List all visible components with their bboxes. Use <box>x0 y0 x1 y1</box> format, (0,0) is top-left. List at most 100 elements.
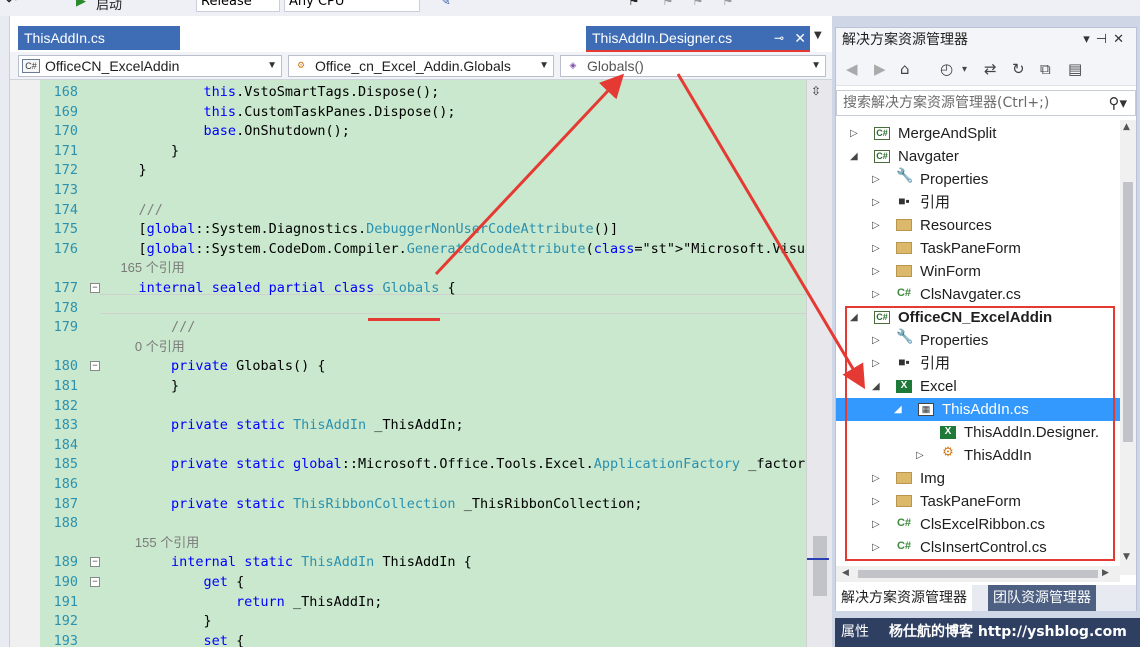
scroll-thumb[interactable] <box>1123 182 1133 442</box>
code-line[interactable]: 174 /// <box>10 200 806 220</box>
code-line[interactable]: 184 <box>10 435 806 455</box>
code-line[interactable]: 181 } <box>10 376 806 396</box>
expand-icon[interactable]: ▷ <box>872 214 880 237</box>
scroll-thumb[interactable] <box>858 570 1098 578</box>
line-number: 177 <box>53 280 78 296</box>
code-line[interactable]: 165 个引用 <box>10 258 806 278</box>
back-icon[interactable]: ◀ <box>846 60 858 78</box>
code-line[interactable]: 175 [global::System.Diagnostics.Debugger… <box>10 219 806 239</box>
code-line[interactable]: 169 this.CustomTaskPanes.Dispose(); <box>10 102 806 122</box>
tree-item[interactable]: ▷ C# ClsNavgater.cs <box>836 283 1120 306</box>
code-line[interactable]: 0 个引用 <box>10 337 806 357</box>
properties-tab[interactable]: 属性 <box>841 618 869 647</box>
bookmark-icon[interactable]: ⚑ <box>628 0 640 9</box>
tree-item[interactable]: ▷ ■▪ 引用 <box>836 191 1120 214</box>
collapse-icon[interactable]: − <box>90 283 100 293</box>
expand-icon[interactable]: ▷ <box>872 237 880 260</box>
scroll-right-icon[interactable]: ▶ <box>1102 568 1109 578</box>
code-line[interactable]: 183 private static ThisAddIn _ThisAddIn; <box>10 415 806 435</box>
code-line[interactable]: 186 <box>10 474 806 494</box>
bookmark-next-icon[interactable]: ⚑ <box>692 0 704 9</box>
chevron-down-icon[interactable]: ▼ <box>814 30 822 41</box>
find-icon[interactable]: ✎ <box>440 0 451 9</box>
project-select[interactable]: C# OfficeCN_ExcelAddin ▼ <box>18 55 282 77</box>
code-line[interactable]: 192 } <box>10 611 806 631</box>
code-line[interactable]: 155 个引用 <box>10 533 806 553</box>
reference-count-lens[interactable]: 155 个引用 <box>106 533 199 553</box>
back-icon[interactable]: ↶ <box>6 0 17 9</box>
show-all-files-icon[interactable]: ▤ <box>1068 60 1082 78</box>
code-line[interactable]: 173 <box>10 180 806 200</box>
panel-controls[interactable]: ▾⊣✕ <box>1083 28 1130 52</box>
tab-team-explorer[interactable]: 团队资源管理器 <box>988 585 1096 611</box>
chevron-down-icon[interactable]: ▾ <box>962 64 967 75</box>
code-line[interactable]: 176 [global::System.CodeDom.Compiler.Gen… <box>10 239 806 259</box>
tree-item[interactable]: ◢ C# Navgater <box>836 145 1120 168</box>
reference-count-lens[interactable]: 165 个引用 <box>106 258 184 278</box>
scroll-left-icon[interactable]: ◀ <box>842 568 849 578</box>
collapse-icon[interactable]: ◢ <box>850 145 858 168</box>
code-line[interactable]: 191 return _ThisAddIn; <box>10 592 806 612</box>
code-line[interactable]: 187 private static ThisRibbonCollection … <box>10 494 806 514</box>
folder-icon <box>896 242 912 254</box>
platform-select[interactable]: Any CPU <box>284 0 420 12</box>
type-select[interactable]: ⚙ Office_cn_Excel_Addin.Globals ▼ <box>288 55 554 77</box>
scroll-up-icon[interactable]: ▲ <box>1123 122 1130 132</box>
tree-vertical-scrollbar[interactable]: ▲ ▼ <box>1120 120 1136 575</box>
code-line[interactable]: 182 <box>10 396 806 416</box>
split-icon[interactable]: ⇳ <box>811 84 821 98</box>
expand-icon[interactable]: ▷ <box>872 260 880 283</box>
tree-item[interactable]: ▷ C# MergeAndSplit <box>836 122 1120 145</box>
code-line[interactable]: 171 } <box>10 141 806 161</box>
tab-thisaddin-cs[interactable]: ThisAddIn.cs <box>18 26 180 50</box>
tree-item-label: Navgater <box>898 148 959 165</box>
search-icon[interactable]: ⚲▾ <box>1108 91 1127 115</box>
code-line[interactable]: 172 } <box>10 160 806 180</box>
solution-search-input[interactable]: 搜索解决方案资源管理器(Ctrl+;) ⚲▾ <box>836 90 1136 116</box>
code-line[interactable]: 178 <box>10 298 806 318</box>
bookmark-prev-icon[interactable]: ⚑ <box>662 0 674 9</box>
expand-icon[interactable]: ▷ <box>850 122 858 145</box>
collapse-icon[interactable]: − <box>90 577 100 587</box>
collapse-all-icon[interactable]: ⧉ <box>1040 60 1051 78</box>
expand-icon[interactable]: ▷ <box>872 191 880 214</box>
expand-icon[interactable]: ▷ <box>872 168 880 191</box>
scroll-down-icon[interactable]: ▼ <box>1123 552 1130 562</box>
start-icon[interactable]: ▶ <box>76 0 86 9</box>
forward-icon[interactable]: ▶ <box>874 60 886 78</box>
configuration-select[interactable]: Release <box>196 0 280 12</box>
code-line[interactable]: 168 this.VstoSmartTags.Dispose(); <box>10 82 806 102</box>
code-line[interactable]: 177 − internal sealed partial class Globa… <box>10 278 806 298</box>
tree-horizontal-scrollbar[interactable]: ◀ ▶ <box>836 566 1120 582</box>
member-select[interactable]: ◈ Globals() ▼ <box>560 55 826 77</box>
start-button[interactable]: 启动 <box>96 0 122 13</box>
history-icon[interactable]: ◴ <box>940 60 953 78</box>
pin-icon[interactable]: ⊸ <box>774 26 784 50</box>
code-line[interactable]: 185 private static global::Microsoft.Off… <box>10 454 806 474</box>
collapse-icon[interactable]: − <box>90 557 100 568</box>
code-text-area[interactable]: 168 this.VstoSmartTags.Dispose(); 169 thi… <box>10 80 806 647</box>
editor-scrollbar[interactable]: ⇳ <box>806 80 832 647</box>
refresh-icon[interactable]: ↻ <box>1012 60 1025 78</box>
tree-item[interactable]: ▷ 🔧 Properties <box>836 168 1120 191</box>
tree-item[interactable]: ▷ Resources <box>836 214 1120 237</box>
code-line[interactable]: 190 − get { <box>10 572 806 592</box>
close-icon[interactable]: ✕ <box>794 26 806 50</box>
reference-count-lens[interactable]: 0 个引用 <box>106 337 185 357</box>
tree-item[interactable]: ▷ WinForm <box>836 260 1120 283</box>
home-icon[interactable]: ⌂ <box>900 60 910 78</box>
code-line[interactable]: 189 − internal static ThisAddIn ThisAddIn… <box>10 552 806 572</box>
tab-thisaddin-designer-cs[interactable]: ThisAddIn.Designer.cs ⊸ ✕ <box>586 26 810 50</box>
scroll-thumb[interactable] <box>813 536 827 596</box>
properties-strip: 属性 杨仕航的博客 http://yshblog.com <box>835 618 1140 647</box>
code-line[interactable]: 188 <box>10 513 806 533</box>
code-line[interactable]: 180 − private Globals() { <box>10 356 806 376</box>
collapse-icon[interactable]: − <box>90 361 100 372</box>
bookmark-clear-icon[interactable]: ⚑ <box>722 0 734 9</box>
code-line[interactable]: 170 base.OnShutdown(); <box>10 121 806 141</box>
tree-item[interactable]: ▷ TaskPaneForm <box>836 237 1120 260</box>
sync-icon[interactable]: ⇄ <box>984 60 997 78</box>
tab-solution-explorer[interactable]: 解决方案资源管理器 <box>836 585 972 611</box>
expand-icon[interactable]: ▷ <box>872 283 880 306</box>
code-line[interactable]: 193 set { <box>10 631 806 647</box>
